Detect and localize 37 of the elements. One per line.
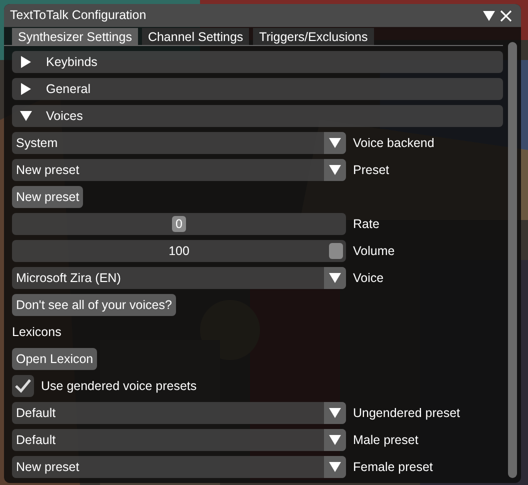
field-label: Voice [353, 270, 384, 287]
dropdown-arrow-icon [329, 137, 341, 149]
section-header[interactable]: Keybinds [12, 51, 503, 73]
button[interactable]: New preset [12, 186, 84, 208]
tab[interactable]: Channel Settings [142, 28, 250, 45]
dropdown-arrow-icon [329, 407, 341, 419]
dropdown-arrow-icon [329, 164, 341, 176]
dropdown[interactable]: System [12, 132, 346, 154]
dropdown[interactable]: Default [12, 429, 346, 451]
field-label: Female preset [353, 458, 433, 476]
dropdown[interactable]: Microsoft Zira (EN) [12, 267, 346, 289]
tab[interactable]: Triggers/Exclusions [253, 28, 374, 45]
field-label: Volume [353, 242, 395, 260]
checkbox-label: Use gendered voice presets [41, 378, 197, 395]
field-label: Voice backend [353, 134, 434, 152]
field-label: Male preset [353, 432, 418, 449]
tab[interactable]: Synthesizer Settings [12, 28, 138, 45]
window-title: TextToTalk Configuration [10, 7, 146, 24]
collapse-icon[interactable] [482, 8, 496, 22]
field-label: Ungendered preset [353, 404, 460, 422]
section-label: Lexicons [12, 324, 62, 341]
section-header[interactable]: Voices [12, 105, 503, 127]
button[interactable]: Don't see all of your voices? [12, 294, 176, 316]
field-label: Preset [353, 162, 390, 179]
scrollbar[interactable] [508, 42, 517, 478]
slider[interactable]: 100 [12, 240, 346, 262]
dropdown-arrow-icon [329, 272, 341, 284]
close-icon[interactable] [499, 8, 513, 22]
dropdown[interactable]: New preset [12, 456, 346, 478]
section-header[interactable]: General [12, 78, 503, 100]
dropdown[interactable]: Default [12, 402, 346, 424]
dropdown[interactable]: New preset [12, 159, 346, 181]
dropdown-arrow-icon [329, 434, 341, 446]
dropdown-arrow-icon [329, 461, 341, 473]
field-label: Rate [353, 216, 380, 233]
checkbox[interactable] [12, 375, 34, 397]
button[interactable]: Open Lexicon [12, 348, 98, 370]
